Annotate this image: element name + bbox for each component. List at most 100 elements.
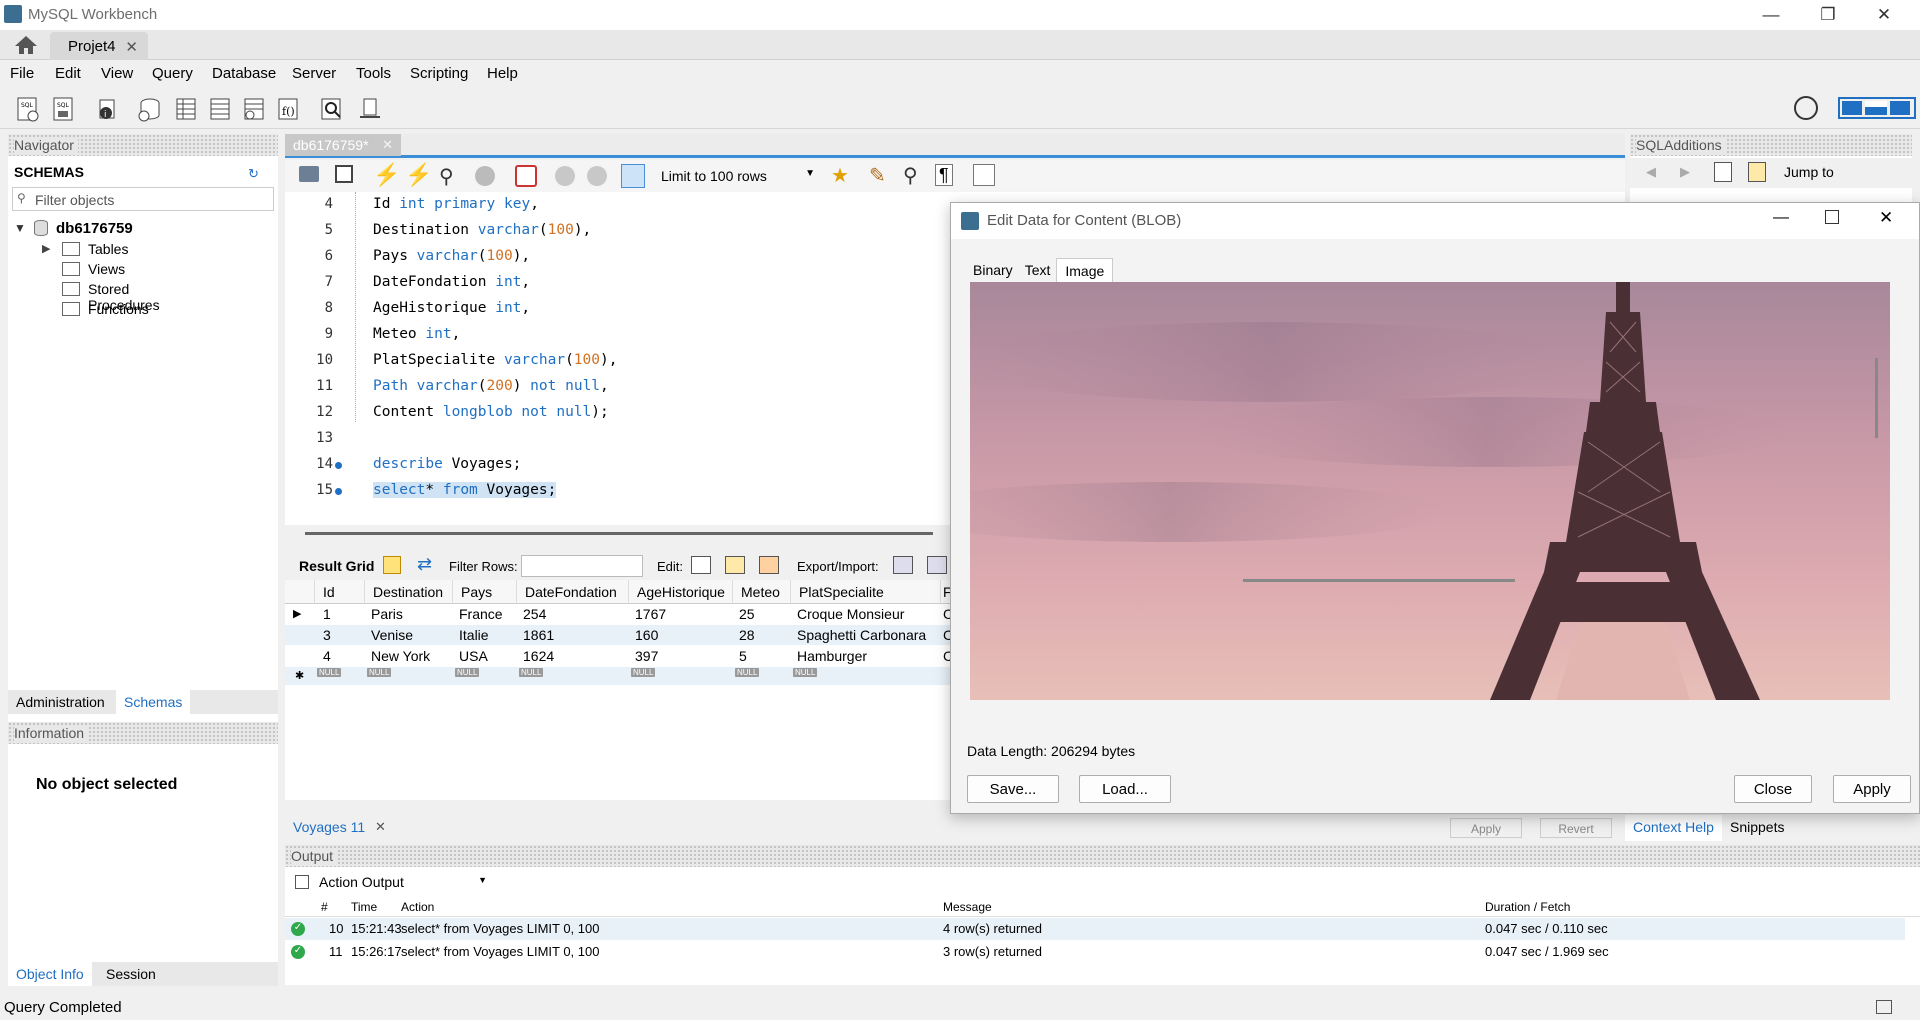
cell[interactable]: USA [459, 648, 488, 664]
close-tab-icon[interactable]: ✕ [382, 137, 393, 153]
execute-icon[interactable]: ⚡ [373, 162, 400, 188]
column-header[interactable]: Pays [453, 580, 517, 604]
home-icon[interactable] [14, 35, 38, 55]
find-icon[interactable]: ⚲ [903, 163, 918, 188]
output-type-select[interactable]: Action Output ▼ [315, 871, 491, 893]
rollback-icon[interactable] [587, 166, 607, 186]
search-table-data-icon[interactable] [318, 95, 346, 123]
connection-tab[interactable]: Projet4 ✕ [50, 32, 148, 60]
save-file-icon[interactable] [335, 165, 353, 183]
cell[interactable]: Croque Monsieur [797, 606, 904, 622]
import-icon[interactable] [927, 556, 947, 574]
close-button[interactable]: Close [1734, 775, 1812, 803]
tab-context-help[interactable]: Context Help [1625, 815, 1722, 841]
dialog-minimize-button[interactable]: — [1773, 209, 1789, 227]
cell[interactable]: Paris [371, 606, 403, 622]
autocommit-toggle-icon[interactable] [621, 164, 645, 188]
word-wrap-icon[interactable] [973, 164, 995, 186]
table-row[interactable]: 3 Venise Italie 1861 160 28 Spaghetti Ca… [285, 625, 955, 645]
column-header[interactable]: Destination [365, 580, 453, 604]
menu-view[interactable]: View [101, 65, 133, 82]
cell[interactable]: Venise [371, 627, 413, 643]
menu-query[interactable]: Query [152, 65, 193, 82]
toggle-left-panel-icon[interactable] [1842, 101, 1862, 115]
menu-file[interactable]: File [10, 65, 34, 82]
refresh-icon[interactable]: ⇄ [417, 554, 432, 575]
filter-rows-input[interactable] [521, 555, 643, 577]
tab-session[interactable]: Session [106, 966, 156, 982]
cell[interactable]: 1624 [523, 648, 554, 664]
back-arrow-icon[interactable]: ◀ [1646, 164, 1656, 180]
editor-scrollbar[interactable] [305, 532, 933, 535]
commit-icon[interactable] [555, 166, 575, 186]
tab-text[interactable]: Text [1019, 258, 1057, 282]
column-header[interactable]: Id [315, 580, 365, 604]
restore-button[interactable]: ❐ [1800, 0, 1856, 30]
column-header[interactable]: PlatSpecialite [791, 580, 941, 604]
load-button[interactable]: Load... [1079, 775, 1171, 803]
image-scrollbar-horizontal[interactable] [1243, 579, 1515, 582]
execute-current-icon[interactable]: ⚡ [405, 162, 432, 188]
edit-row-icon[interactable] [691, 556, 711, 574]
output-row[interactable]: ✓ 11 15:26:17 select* from Voyages LIMIT… [285, 941, 1905, 963]
filter-objects-field[interactable]: ⚲ Filter objects [12, 187, 274, 211]
refresh-schemas-icon[interactable]: ↻ [248, 166, 259, 182]
status-panel-icon[interactable] [1876, 1000, 1892, 1014]
toggle-right-panel-icon[interactable] [1890, 101, 1910, 115]
sql-editor-tab[interactable]: db6176759* ✕ [285, 134, 401, 156]
new-sql-tab-icon[interactable]: SQL [14, 95, 42, 123]
create-table-icon[interactable] [172, 95, 200, 123]
output-row[interactable]: ✓ 10 15:21:43 select* from Voyages LIMIT… [285, 918, 1905, 940]
tab-object-info[interactable]: Object Info [8, 962, 92, 986]
dialog-maximize-button[interactable] [1825, 210, 1839, 224]
tab-administration[interactable]: Administration [16, 694, 105, 710]
stop-icon[interactable] [475, 166, 495, 186]
cell[interactable]: 1861 [523, 627, 554, 643]
cell[interactable]: 3 [323, 627, 331, 643]
open-file-icon[interactable] [299, 166, 319, 182]
panel-layout-toggle[interactable] [1838, 97, 1916, 119]
forward-arrow-icon[interactable]: ▶ [1680, 164, 1690, 180]
close-result-tab-icon[interactable]: ✕ [375, 819, 386, 835]
beautify-icon[interactable]: ✎ [869, 163, 886, 188]
cell[interactable]: 397 [635, 648, 658, 664]
cell[interactable]: Hamburger [797, 648, 867, 664]
cell[interactable]: 1767 [635, 606, 666, 622]
cell[interactable]: 4 [323, 648, 331, 664]
cell[interactable]: 5 [739, 648, 747, 664]
expand-triangle-icon[interactable]: ▶ [42, 242, 50, 255]
explain-icon[interactable]: ⚲ [439, 164, 454, 189]
cell[interactable]: France [459, 606, 503, 622]
jump-to-label[interactable]: Jump to [1784, 164, 1834, 180]
image-scrollbar-vertical[interactable] [1875, 358, 1878, 438]
toggle-error-stop-icon[interactable] [515, 165, 537, 187]
apply-button[interactable]: Apply [1450, 818, 1522, 838]
menu-tools[interactable]: Tools [356, 65, 391, 82]
create-function-icon[interactable]: f() [274, 95, 302, 123]
grid-view-icon[interactable] [383, 556, 401, 574]
collapse-triangle-icon[interactable]: ▼ [14, 221, 26, 235]
toggle-bottom-panel-icon[interactable] [1865, 101, 1887, 115]
menu-scripting[interactable]: Scripting [410, 65, 468, 82]
add-snippet-icon[interactable]: ★ [831, 163, 849, 188]
table-row[interactable]: ▶ 1 Paris France 254 1767 25 Croque Mons… [285, 604, 955, 624]
cell[interactable]: New York [371, 648, 430, 664]
cell[interactable]: 160 [635, 627, 658, 643]
cell[interactable]: Italie [459, 627, 489, 643]
auto-help-icon[interactable] [1748, 162, 1766, 182]
cell[interactable]: 28 [739, 627, 755, 643]
column-header[interactable]: AgeHistorique [629, 580, 733, 604]
menu-help[interactable]: Help [487, 65, 518, 82]
tab-binary[interactable]: Binary [967, 258, 1019, 282]
menu-edit[interactable]: Edit [55, 65, 81, 82]
revert-button[interactable]: Revert [1540, 818, 1612, 838]
help-icon[interactable] [1714, 162, 1732, 182]
settings-gear-icon[interactable] [1794, 96, 1818, 120]
menu-server[interactable]: Server [292, 65, 336, 82]
result-grid-label[interactable]: Result Grid [299, 558, 374, 574]
column-header[interactable]: Meteo [733, 580, 791, 604]
cell[interactable]: 254 [523, 606, 546, 622]
menu-database[interactable]: Database [212, 65, 276, 82]
column-header[interactable]: DateFondation [517, 580, 629, 604]
close-tab-icon[interactable]: ✕ [125, 38, 138, 56]
